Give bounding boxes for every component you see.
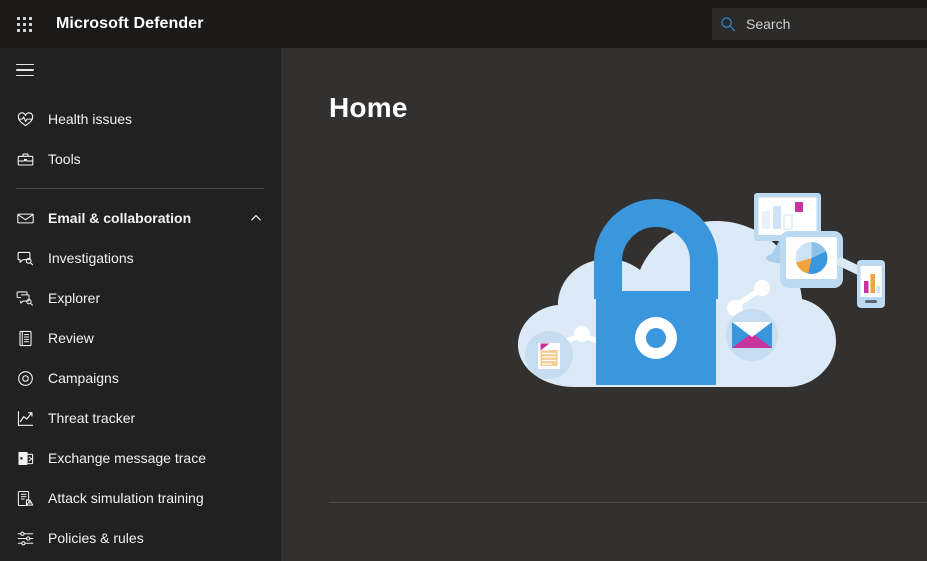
target-circle-icon (15, 368, 35, 388)
search-icon (712, 8, 744, 40)
sidebar-item-label: Tools (48, 151, 81, 167)
app-launcher-grid-icon (16, 16, 32, 32)
sidebar-item-label: Campaigns (48, 370, 119, 386)
line-chart-icon (15, 408, 35, 428)
sidebar-item-label: Explorer (48, 290, 101, 306)
padlock (594, 199, 718, 385)
top-navigation-bar: Microsoft Defender (0, 0, 927, 48)
sidebar-group-label: Email & collaboration (48, 210, 192, 226)
sidebar-item-tools[interactable]: Tools (0, 139, 281, 179)
explorer-search-icon (15, 288, 35, 308)
attack-simulation-icon (15, 488, 35, 508)
left-navigation-sidebar: Health issues Tools Email & collaboratio… (0, 48, 281, 561)
sidebar-item-label: Threat tracker (48, 410, 136, 426)
phone-bar-chart (857, 260, 885, 308)
page-title: Home (329, 92, 408, 123)
content-divider (329, 502, 927, 503)
chevron-up-icon[interactable] (249, 211, 263, 225)
brand-title: Microsoft Defender (56, 15, 204, 32)
sidebar-item-label: Exchange message trace (48, 450, 206, 466)
sidebar-item-explorer[interactable]: Explorer (0, 278, 281, 318)
tablet-pie-chart (780, 231, 843, 288)
sidebar-item-review[interactable]: Review (0, 318, 281, 358)
sidebar-item-label: Review (48, 330, 94, 346)
sliders-icon (15, 528, 35, 548)
sidebar-item-attack-simulation-training[interactable]: Attack simulation training (0, 478, 281, 518)
investigation-search-icon (15, 248, 35, 268)
main-content-area: Home (281, 48, 927, 561)
heart-pulse-icon (15, 109, 35, 129)
document-badge (525, 331, 573, 379)
hamburger-menu-icon (16, 63, 34, 77)
defender-app-window: Microsoft Defender Search Health issues … (0, 0, 927, 561)
sidebar-group-email-collaboration[interactable]: Email & collaboration (0, 198, 281, 238)
sidebar-item-label: Policies & rules (48, 530, 144, 546)
exchange-icon (15, 448, 35, 468)
toolbox-icon (15, 149, 35, 169)
email-badge (726, 309, 778, 361)
sidebar-item-health-issues[interactable]: Health issues (0, 99, 281, 139)
sidebar-item-policies-rules[interactable]: Policies & rules (0, 518, 281, 558)
envelope-icon (15, 208, 35, 228)
sidebar-item-label: Investigations (48, 250, 134, 266)
sidebar-item-label: Attack simulation training (48, 490, 204, 506)
search-input[interactable] (744, 9, 927, 39)
sidebar-item-label: Health issues (48, 111, 133, 127)
cloud-security-illustration (496, 187, 896, 397)
sidebar-item-exchange-message-trace[interactable]: Exchange message trace (0, 438, 281, 478)
sidebar-collapse-button[interactable] (1, 48, 49, 92)
sidebar-item-threat-tracker[interactable]: Threat tracker (0, 398, 281, 438)
global-search-box[interactable] (712, 8, 927, 40)
sidebar-item-investigations[interactable]: Investigations (0, 238, 281, 278)
app-launcher-button[interactable] (0, 0, 48, 48)
sidebar-divider (16, 188, 264, 189)
document-list-icon (15, 328, 35, 348)
sidebar-item-campaigns[interactable]: Campaigns (0, 358, 281, 398)
